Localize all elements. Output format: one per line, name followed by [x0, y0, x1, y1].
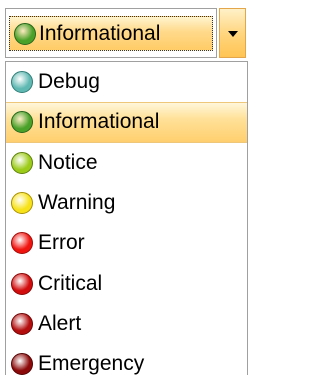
status-dot-icon	[14, 22, 36, 45]
list-item-label: Error	[38, 231, 85, 255]
list-item-debug[interactable]: Debug	[6, 62, 247, 102]
list-item-emergency[interactable]: Emergency	[6, 344, 247, 375]
chevron-down-icon	[227, 31, 238, 37]
list-item-label: Critical	[38, 271, 103, 295]
list-item-label: Informational	[38, 110, 160, 134]
list-item-label: Warning	[38, 191, 116, 215]
list-item-informational[interactable]: Informational	[6, 102, 247, 143]
list-item-label: Alert	[38, 311, 82, 335]
severity-combobox[interactable]: Informational	[5, 8, 246, 58]
status-dot-icon	[11, 232, 33, 255]
list-item-critical[interactable]: Critical	[6, 263, 247, 303]
combo-field[interactable]: Informational	[5, 8, 217, 58]
list-item-label: Emergency	[38, 352, 145, 375]
list-item-label: Notice	[38, 150, 98, 174]
dropdown-toggle-button[interactable]	[219, 8, 246, 58]
combo-selected-label: Informational	[39, 21, 161, 45]
combo-selected-value[interactable]: Informational	[9, 16, 213, 51]
status-dot-icon	[11, 312, 33, 335]
list-item-label: Debug	[38, 70, 100, 94]
list-item-alert[interactable]: Alert	[6, 304, 247, 344]
severity-dropdown: Informational Debug Informational Notice…	[0, 0, 248, 375]
status-dot-icon	[11, 111, 33, 134]
status-dot-icon	[11, 71, 33, 94]
list-item-error[interactable]: Error	[6, 223, 247, 263]
status-dot-icon	[11, 353, 33, 375]
list-item-notice[interactable]: Notice	[6, 143, 247, 183]
severity-list: Debug Informational Notice Warning Error…	[5, 61, 248, 375]
status-dot-icon	[11, 151, 33, 174]
status-dot-icon	[11, 192, 33, 215]
status-dot-icon	[11, 272, 33, 295]
list-item-warning[interactable]: Warning	[6, 183, 247, 223]
